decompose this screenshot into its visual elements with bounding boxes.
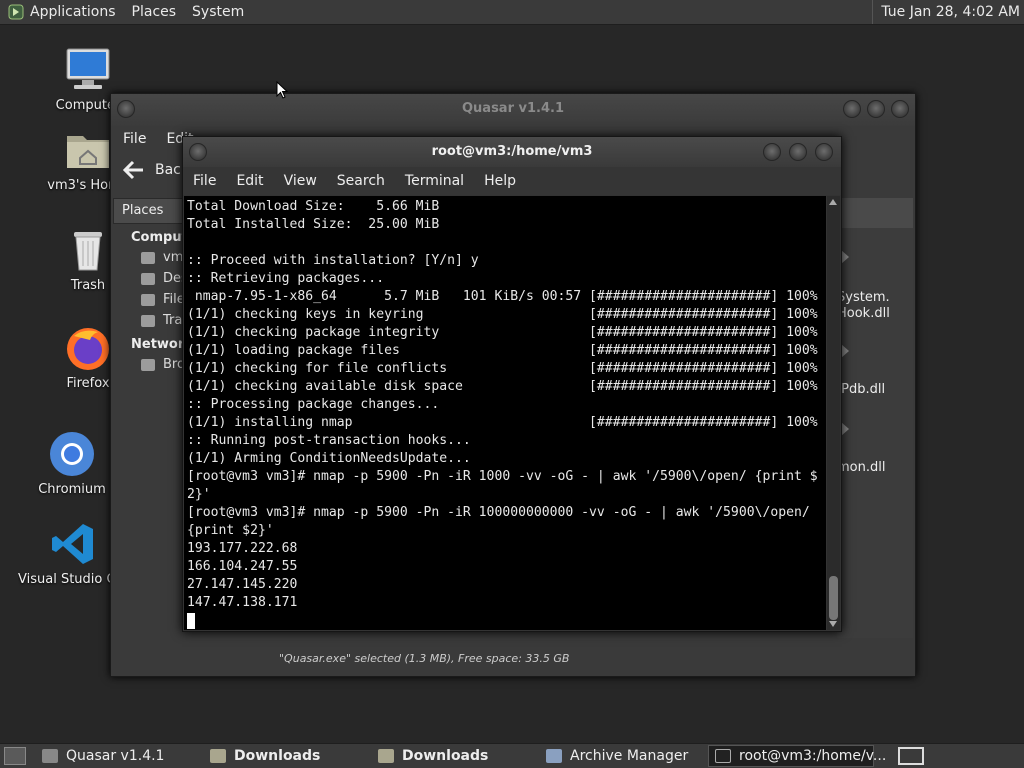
trash-icon (74, 232, 102, 271)
menu-file[interactable]: File (193, 173, 216, 189)
applications-menu-icon[interactable] (8, 4, 24, 20)
close-button[interactable] (815, 143, 833, 161)
file-item[interactable]: mon.dll (837, 460, 885, 475)
window-icon (42, 749, 58, 763)
menu-view[interactable]: View (284, 173, 317, 189)
taskbar-item-downloads-1[interactable]: Downloads (204, 745, 370, 767)
show-desktop-icon[interactable] (4, 747, 26, 765)
terminal-menubar: File Edit View Search Terminal Help (183, 167, 841, 195)
home-folder-icon (67, 136, 109, 168)
workspace-switcher[interactable] (898, 747, 924, 765)
menu-edit[interactable]: Edit (236, 173, 263, 189)
quasar-titlebar[interactable]: Quasar v1.4.1 (111, 94, 915, 126)
terminal-window[interactable]: root@vm3:/home/vm3 File Edit View Search… (182, 136, 842, 632)
terminal-icon (715, 749, 731, 763)
menu-file[interactable]: File (123, 131, 146, 147)
taskbar-item-label: Downloads (234, 748, 321, 764)
menu-help[interactable]: Help (484, 173, 516, 189)
vscode-icon (52, 524, 93, 564)
archive-manager-icon (546, 749, 562, 763)
mouse-pointer-icon (276, 81, 288, 99)
computer-icon (66, 48, 110, 89)
expand-arrow-icon[interactable] (841, 250, 849, 264)
minimize-button[interactable] (763, 143, 781, 161)
taskbar-item-terminal[interactable]: root@vm3:/home/v... (708, 745, 886, 767)
sidebar-item-browse-network[interactable]: Browse Network (113, 354, 185, 375)
terminal-window-title: root@vm3:/home/vm3 (431, 144, 593, 159)
sidebar-item-desktop[interactable]: Desktop (113, 268, 185, 289)
sidebar-item-home[interactable]: vm3 (113, 247, 185, 268)
trash-icon (141, 314, 155, 327)
close-button[interactable] (891, 100, 909, 118)
maximize-button[interactable] (867, 100, 885, 118)
menu-terminal[interactable]: Terminal (405, 173, 464, 189)
home-icon (141, 251, 155, 264)
expand-arrow-icon[interactable] (841, 422, 849, 436)
scroll-up-icon[interactable] (829, 199, 837, 205)
scroll-down-icon[interactable] (829, 621, 837, 627)
menu-search[interactable]: Search (337, 173, 385, 189)
taskbar-item-label: root@vm3:/home/v... (739, 748, 887, 764)
window-menu-icon[interactable] (189, 143, 207, 161)
file-view-header (837, 198, 913, 228)
expand-arrow-icon[interactable] (841, 344, 849, 358)
folder-icon (210, 749, 226, 763)
taskbar-item-archive-manager[interactable]: Archive Manager (540, 745, 706, 767)
taskbar-item-label: Archive Manager (570, 748, 689, 764)
places-header[interactable]: Places (113, 198, 185, 224)
sidebar-category-computer: Computer (131, 230, 204, 245)
taskbar: Quasar v1.4.1 Downloads Downloads Archiv… (0, 743, 1024, 768)
taskbar-item-label: Downloads (402, 748, 489, 764)
terminal-output[interactable]: Total Download Size: 5.66 MiB Total Inst… (184, 196, 826, 630)
places-sidebar: Places Computer vm3 Desktop File System … (113, 198, 204, 638)
firefox-icon (67, 328, 109, 370)
folder-icon (378, 749, 394, 763)
sidebar-category-network: Network (131, 337, 193, 352)
network-icon (141, 358, 155, 371)
sidebar-item-filesystem[interactable]: File System (113, 289, 185, 310)
clock[interactable]: Tue Jan 28, 4:02 AM (872, 0, 1024, 24)
top-panel: Applications Places System Tue Jan 28, 4… (0, 0, 1024, 25)
quasar-window-title: Quasar v1.4.1 (461, 101, 564, 116)
scrollbar-thumb[interactable] (829, 576, 838, 620)
minimize-button[interactable] (843, 100, 861, 118)
taskbar-item-downloads-2[interactable]: Downloads (372, 745, 538, 767)
taskbar-item-label: Quasar v1.4.1 (66, 748, 165, 764)
window-menu-icon[interactable] (117, 100, 135, 118)
file-item[interactable]: System. Hook.dll (837, 290, 890, 322)
drive-icon (141, 293, 155, 306)
maximize-button[interactable] (789, 143, 807, 161)
terminal-cursor (187, 613, 195, 629)
applications-menu[interactable]: Applications (30, 4, 116, 20)
terminal-lines: Total Download Size: 5.66 MiB Total Inst… (187, 199, 818, 610)
terminal-titlebar[interactable]: root@vm3:/home/vm3 (183, 137, 841, 167)
chromium-icon (50, 432, 94, 476)
desktop-icon (141, 272, 155, 285)
sidebar-item-trash[interactable]: Trash (113, 310, 185, 331)
system-menu[interactable]: System (192, 4, 244, 20)
status-bar: "Quasar.exe" selected (1.3 MB), Free spa… (279, 652, 570, 665)
terminal-scrollbar[interactable] (827, 196, 840, 630)
file-item[interactable]: .Pdb.dll (837, 382, 885, 397)
places-menu[interactable]: Places (132, 4, 177, 20)
back-arrow-icon (123, 160, 143, 180)
taskbar-item-quasar[interactable]: Quasar v1.4.1 (36, 745, 202, 767)
back-button[interactable]: Back (123, 160, 189, 180)
file-view[interactable]: System. Hook.dll .Pdb.dll mon.dll (837, 198, 913, 638)
